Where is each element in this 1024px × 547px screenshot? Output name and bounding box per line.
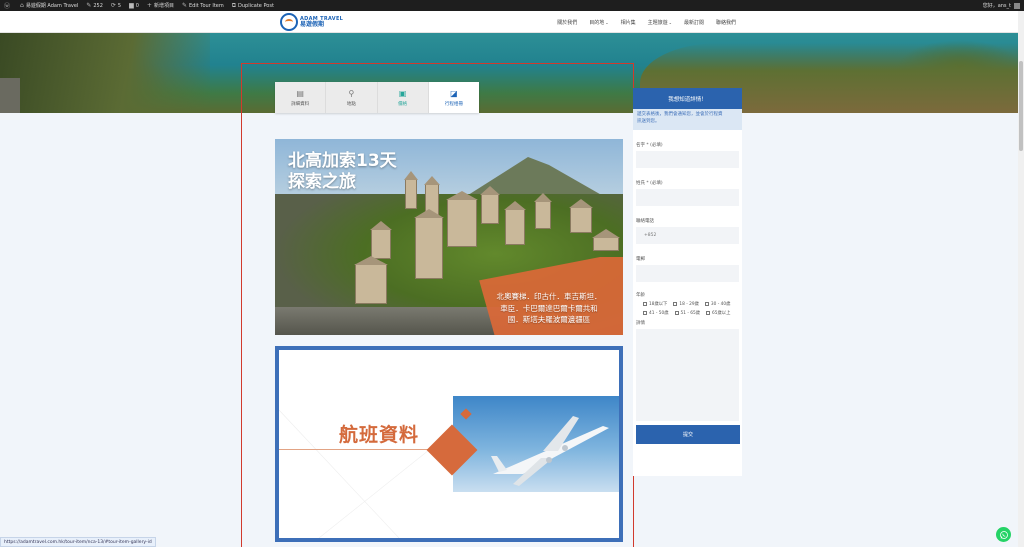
checkbox-icon bbox=[674, 311, 679, 315]
message-label: 詳情 bbox=[636, 321, 645, 326]
map-pin-icon: ⚲ bbox=[348, 88, 355, 98]
poster-tower bbox=[505, 209, 525, 245]
gallery-icon: ◪ bbox=[450, 88, 458, 98]
age-checkbox[interactable]: 51 - 65歲 bbox=[674, 310, 700, 316]
pencil-icon: ✎ bbox=[181, 2, 187, 9]
nav-item-1[interactable]: 目的地 ⌄ bbox=[589, 19, 608, 26]
admin-greeting[interactable]: 您好，ans_t bbox=[983, 2, 1011, 9]
poster-subtitle: 北奧賽梯．印古什．車吉斯坦． 車臣．卡巴爾達巴爾卡爾共和 國．斯塔夫羅波爾邊疆區 bbox=[496, 292, 602, 325]
nav-item-2[interactable]: 相片集 bbox=[621, 19, 636, 26]
wallet-icon: ▣ bbox=[398, 88, 407, 98]
nav-item-3[interactable]: 主題旅遊 ⌄ bbox=[648, 19, 672, 26]
pen-icon: ✎ bbox=[86, 2, 92, 9]
poster-tower bbox=[535, 201, 551, 229]
plane-photo bbox=[453, 396, 619, 492]
surname-field[interactable] bbox=[636, 189, 739, 206]
gallery-image-tour-poster[interactable]: 北高加索13天 探索之旅 北奧賽梯．印古什．車吉斯坦． 車臣．卡巴爾達巴爾卡爾共… bbox=[275, 139, 623, 335]
nav-item-4[interactable]: 最新訂閱 bbox=[684, 19, 704, 26]
poster-tower bbox=[405, 179, 417, 209]
age-label: 年齡 bbox=[636, 293, 645, 298]
admin-duplicate[interactable]: ⧉ Duplicate Post bbox=[232, 2, 274, 10]
chevron-down-icon: ⌄ bbox=[668, 19, 672, 25]
age-checkbox[interactable]: 30 - 40歲 bbox=[704, 301, 730, 307]
tab-details[interactable]: ▤ 詳細資料 bbox=[275, 82, 327, 113]
site-header: ADAM TRAVEL 易遊假期 關於我們 目的地 ⌄ 相片集 主題旅遊 ⌄ 最新訂閱 聯絡我… bbox=[0, 11, 1018, 33]
poster-tower bbox=[415, 217, 443, 279]
poster-tower bbox=[593, 237, 619, 251]
nav-item-5[interactable]: 聯絡我們 bbox=[716, 19, 736, 26]
poster-tower bbox=[570, 207, 592, 233]
phone-field[interactable]: +852 bbox=[636, 227, 739, 244]
gallery-image-flight-info[interactable]: 航班資料 bbox=[275, 346, 623, 542]
admin-updates[interactable]: ⟳ 5 bbox=[111, 2, 121, 9]
checkbox-icon bbox=[643, 311, 647, 315]
duplicate-icon: ⧉ bbox=[231, 1, 237, 9]
whatsapp-button[interactable] bbox=[996, 527, 1011, 542]
poster-tower bbox=[355, 264, 387, 304]
name-label: 名字 * (必填) bbox=[636, 143, 663, 148]
poster-title: 北高加索13天 探索之旅 bbox=[288, 151, 397, 193]
page-scrollbar[interactable] bbox=[1018, 11, 1024, 547]
comment-icon: ▆ bbox=[129, 2, 134, 9]
name-field[interactable] bbox=[636, 151, 739, 168]
email-label: 電郵 bbox=[636, 257, 645, 262]
enquiry-form: 我想知道詳情！ 遞交表格後，我們會通知您，並會於行程資 訊送到您。 名字 * (… bbox=[633, 88, 742, 476]
poster-tower bbox=[481, 194, 499, 224]
poster-tower bbox=[447, 199, 477, 247]
home-icon: ⌂ bbox=[20, 2, 24, 9]
tour-tabs: ▤ 詳細資料 ⚲ 地點 ▣ 價格 ◪ 行程相冊 bbox=[275, 82, 479, 113]
phone-label: 聯絡電話 bbox=[636, 219, 654, 224]
plus-icon: + bbox=[146, 2, 152, 9]
surname-label: 姓氏 * (必填) bbox=[636, 181, 663, 186]
wordpress-logo[interactable]: ⓦ bbox=[4, 1, 12, 10]
checkbox-icon bbox=[704, 302, 709, 306]
age-checkbox[interactable]: 18 - 29歲 bbox=[673, 301, 699, 307]
age-checkbox[interactable]: 41 - 50歲 bbox=[643, 310, 669, 316]
document-icon: ▤ bbox=[296, 88, 304, 98]
age-checkbox[interactable]: 18歲以下 bbox=[643, 301, 667, 307]
submit-button[interactable]: 提交 bbox=[636, 425, 740, 444]
tab-price[interactable]: ▣ 價格 bbox=[378, 82, 429, 113]
nav-item-0[interactable]: 關於我們 bbox=[557, 19, 577, 26]
checkbox-icon bbox=[673, 302, 678, 306]
age-checkbox[interactable]: 65歲以上 bbox=[706, 310, 730, 316]
chevron-down-icon: ⌄ bbox=[605, 19, 609, 25]
message-textarea[interactable] bbox=[636, 329, 739, 421]
logo-text-zh: 易遊假期 bbox=[300, 20, 325, 28]
admin-comments[interactable]: ▆ 0 bbox=[129, 2, 139, 9]
main-nav: 關於我們 目的地 ⌄ 相片集 主題旅遊 ⌄ 最新訂閱 聯絡我們 bbox=[545, 11, 736, 33]
checkbox-icon bbox=[706, 311, 711, 315]
avatar[interactable] bbox=[1014, 2, 1020, 9]
admin-new-item[interactable]: + 新增項目 bbox=[147, 2, 174, 9]
wordpress-icon: ⓦ bbox=[4, 3, 11, 10]
flight-info-title: 航班資料 bbox=[339, 424, 420, 446]
refresh-icon: ⟳ bbox=[110, 2, 116, 9]
admin-edit-item[interactable]: ✎ Edit Tour Item bbox=[182, 2, 224, 9]
hero-rock bbox=[0, 78, 20, 113]
tab-gallery[interactable]: ◪ 行程相冊 bbox=[428, 82, 479, 113]
poster-road bbox=[275, 307, 515, 335]
whatsapp-icon bbox=[999, 530, 1008, 539]
admin-site-link[interactable]: ⌂ 易遊假期 Adam Travel bbox=[20, 2, 78, 9]
admin-visits[interactable]: ✎ 252 bbox=[86, 2, 103, 9]
age-options: 18歲以下 18 - 29歲 30 - 40歲 41 - 50歲 51 - 65歲 65歲… bbox=[636, 301, 739, 319]
enquiry-note: 遞交表格後，我們會通知您，並會於行程資 訊送到您。 bbox=[633, 109, 742, 130]
hero-cliff bbox=[0, 33, 210, 113]
poster-divider bbox=[279, 449, 439, 450]
admin-bar: ⓦ ⌂ 易遊假期 Adam Travel ✎ 252 ⟳ 5 ▆ 0 + 新增項目 ✎ Ed… bbox=[0, 0, 1024, 11]
link-status-bar: https://adamtravel.com.hk/tour-item/nca-… bbox=[0, 537, 156, 547]
site-logo[interactable]: ADAM TRAVEL 易遊假期 bbox=[280, 13, 343, 31]
logo-globe-icon bbox=[280, 13, 298, 31]
scrollbar-thumb[interactable] bbox=[1019, 61, 1023, 151]
checkbox-icon bbox=[643, 302, 647, 306]
enquiry-title: 我想知道詳情！ bbox=[633, 88, 742, 109]
tab-location[interactable]: ⚲ 地點 bbox=[326, 82, 378, 113]
poster-tower bbox=[371, 229, 391, 259]
email-field[interactable] bbox=[636, 265, 739, 282]
airplane-icon bbox=[491, 416, 609, 486]
